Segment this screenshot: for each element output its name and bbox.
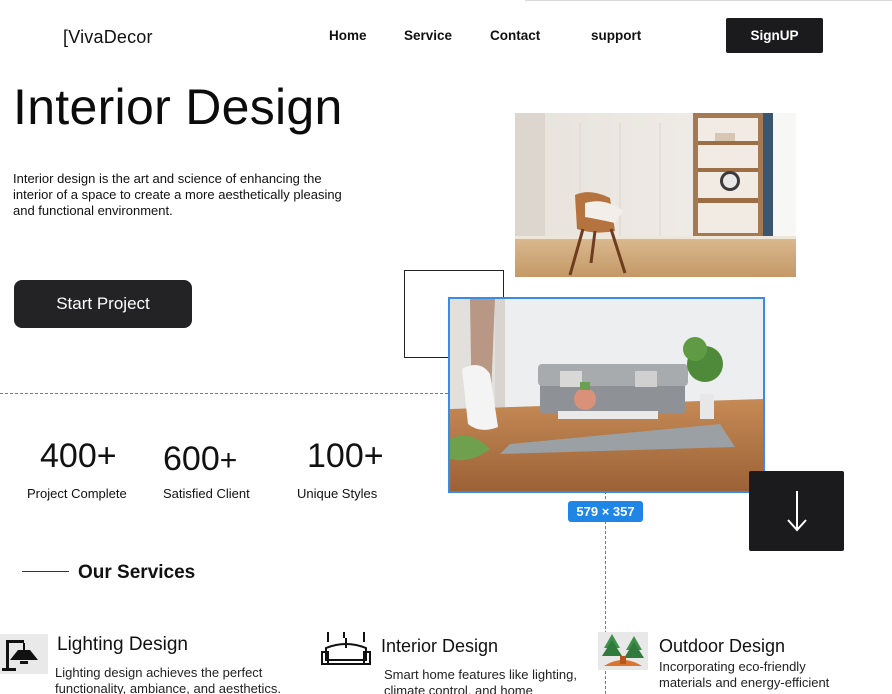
lamp-icon [0,634,48,674]
stat-projects-number: 400+ [40,437,117,475]
stat-styles-number: 100+ [307,437,384,475]
services-heading-line [22,571,69,572]
top-divider [525,0,892,1]
start-project-button[interactable]: Start Project [14,280,192,328]
hero-description: Interior design is the art and science o… [13,171,342,218]
nav-contact[interactable]: Contact [490,28,540,43]
service-interior-description: Smart home features like lighting, clima… [384,667,577,694]
service-interior-title: Interior Design [381,636,499,656]
nav-home[interactable]: Home [329,28,367,43]
stat-projects-label: Project Complete [27,486,127,501]
sofa-icon [320,632,372,670]
arrow-down-icon [786,491,807,532]
service-outdoor-title: Outdoor Design [659,636,786,656]
scroll-down-button[interactable] [749,471,844,551]
service-lighting-description: Lighting design achieves the perfect fun… [55,665,281,694]
signup-button[interactable]: SignUP [726,18,823,53]
trees-icon [598,632,648,670]
living-room-image[interactable] [448,297,765,493]
nav-service[interactable]: Service [404,28,452,43]
chair-room-image [515,113,796,277]
hero-title: Interior Design [13,79,343,135]
selection-size-badge: 579 × 357 [568,501,643,522]
nav-support[interactable]: support [591,28,641,43]
services-heading: Our Services [78,562,196,583]
brand-logo[interactable]: [VivaDecor [63,27,153,48]
stat-clients-label: Satisfied Client [163,486,250,501]
horizontal-guide-line [0,393,448,394]
stat-styles-label: Unique Styles [297,486,378,501]
service-outdoor-description: Incorporating eco-friendly materials and… [659,659,830,690]
stat-clients-number: 600+ [163,440,238,478]
service-lighting-title: Lighting Design [57,634,188,655]
